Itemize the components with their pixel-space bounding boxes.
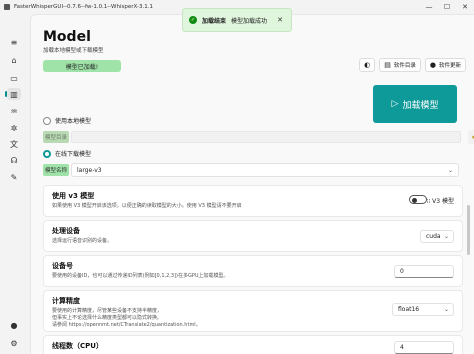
toast-message: 模型加载成功 [231,17,268,25]
play-icon: ▷ [391,99,399,109]
device-index-input[interactable]: 0 [394,265,454,278]
chevron-down-icon: ⌄ [443,306,449,313]
device-index-title: 设备号 [52,262,73,270]
page-title: Model [43,29,91,45]
online-model-radio[interactable] [43,149,51,158]
toast-title: 加载结束 [202,17,227,25]
check-icon: ✓ [189,16,197,24]
main-content: Model 加载本地模型或下载模型 模型已加载! ◐ ▤ 软件目录 ● 软件更新… [30,14,474,354]
bug-icon[interactable]: ✲ [7,122,21,134]
headset-icon[interactable]: ☊ [7,154,21,166]
compute-type-card: 计算精度 要使用的计算精度，尽管某些设备不支持半精度， 但事实上不论选择什么精度… [43,290,463,332]
theme-icon: ◐ [364,61,371,69]
chevron-down-icon: ⌄ [443,233,449,240]
software-dir-label: 软件目录 [393,63,416,69]
edit-icon[interactable]: ✎ [7,171,21,183]
device-value: cuda [426,233,441,240]
success-toast: ✓ 加载结束 模型加载成功 ✕ [182,8,292,32]
device-select[interactable]: cuda ⌄ [420,230,454,243]
window-title: FasterWhisperGUI--0.7.6--fw-1.0.1--Whisp… [14,4,153,10]
page-subtitle: 加载本地模型或下载模型 [43,48,104,54]
software-update-button[interactable]: ● 软件更新 [424,58,466,72]
local-model-option[interactable]: 使用本地模型 [43,116,91,125]
load-model-button[interactable]: ▷ 加载模型 [373,85,457,123]
library-icon[interactable]: ▥ [5,88,21,100]
online-model-label: 在线下载模型 [55,151,92,158]
use-v3-toggle-label: ⁝⁝ V3 模型 [426,198,454,205]
model-dir-input[interactable] [71,131,461,143]
model-name-label: 模型名称 [43,164,69,176]
scrollbar[interactable] [467,205,470,255]
theme-toggle-button[interactable]: ◐ [359,58,376,72]
audio-icon[interactable]: ♒ [7,105,21,117]
top-toolbar: ◐ ▤ 软件目录 ● 软件更新 [359,58,466,72]
use-v3-card: 使用 v3 模型 如果使用 V3 模型开启该选项，以便正确的读取模型的大小。使用… [43,185,463,217]
device-index-desc: 要使用的设备ID，也可以通过传递ID列表(例如[0,1,2,3])在多GPU上加… [52,273,229,279]
maximize-button[interactable]: ☐ [438,0,456,14]
compute-type-desc-line[interactable]: 请参阅 https://opennmt.net/CTranslate2/quan… [52,322,201,329]
device-index-card: 设备号 要使用的设备ID，也可以通过传递ID列表(例如[0,1,2,3])在多G… [43,255,463,287]
device-card: 处理设备 选择运行语音识别的设备。 cuda ⌄ [43,220,463,252]
chevron-down-icon: ⌄ [447,166,453,174]
device-desc: 选择运行语音识别的设备。 [52,238,113,244]
window-controls: — ☐ ✕ [420,0,474,14]
github-icon: ● [429,61,436,69]
model-name-select[interactable]: large-v3 ⌄ [71,163,459,177]
software-update-label: 软件更新 [438,63,461,69]
compute-type-value: float16 [398,306,420,313]
use-v3-toggle[interactable] [409,195,427,204]
settings-icon[interactable]: ⚙ [7,337,21,349]
avatar-icon[interactable]: ● [7,319,21,331]
compute-type-desc-line: 但事实上不论选择什么精度类型都可以隐式转换。 [52,315,163,321]
browse-folder-button[interactable]: ▬ [468,130,474,144]
threads-input[interactable]: 4 [394,341,454,354]
model-dir-label: 模型目录 [43,131,69,143]
device-title: 处理设备 [52,227,80,235]
compute-type-desc-line: 要使用的计算精度，尽管某些设备不支持半精度， [52,308,163,314]
nav-rail: ≡ ⌂ ▭ ▥ ♒ ✲ 文 ☊ ✎ ● ⚙ [0,14,30,354]
use-v3-title: 使用 v3 模型 [52,192,95,200]
load-model-label: 加载模型 [402,100,439,111]
software-dir-button[interactable]: ▤ 软件目录 [379,58,421,72]
close-window-button[interactable]: ✕ [456,0,474,14]
threads-card: 线程数（CPU） 4 [43,335,463,354]
use-v3-desc: 如果使用 V3 模型开启该选项，以便正确的读取模型的大小。使用 V3 模型请不要… [52,203,242,209]
model-loaded-button[interactable]: 模型已加载! [43,60,121,72]
folder-icon: ▤ [384,61,391,69]
local-model-radio[interactable] [43,116,51,125]
menu-icon[interactable]: ≡ [7,36,21,48]
app-icon [4,4,10,10]
compute-type-desc: 要使用的计算精度，尽管某些设备不支持半精度， 但事实上不论选择什么精度类型都可以… [52,308,201,329]
model-name-value: large-v3 [77,166,102,174]
toast-close-button[interactable]: ✕ [277,16,283,24]
local-model-label: 使用本地模型 [55,118,92,125]
online-model-option[interactable]: 在线下载模型 [43,149,91,158]
compute-type-select[interactable]: float16 ⌄ [392,303,454,316]
threads-title: 线程数（CPU） [52,342,103,350]
translate-icon[interactable]: 文 [7,138,21,150]
home-icon[interactable]: ⌂ [7,54,21,66]
minimize-button[interactable]: — [420,0,438,14]
compute-type-title: 计算精度 [52,297,80,305]
file-icon[interactable]: ▭ [7,72,21,84]
